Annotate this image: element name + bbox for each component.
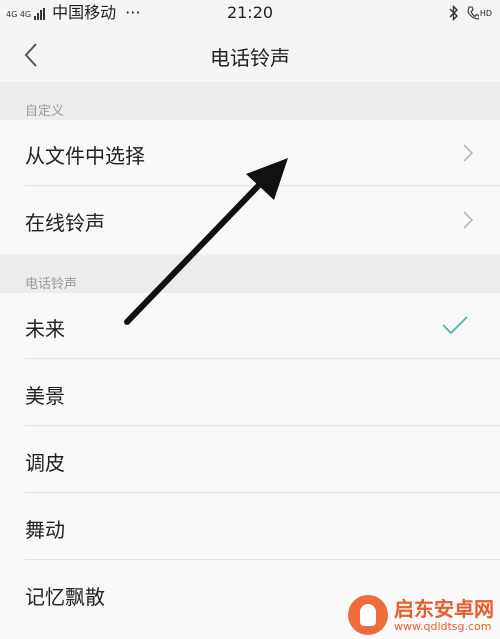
watermark-text: 启东安卓网 www.qdldtsg.com xyxy=(394,598,494,633)
bluetooth-icon xyxy=(449,5,458,21)
chevron-right-icon xyxy=(463,144,474,162)
watermark-url: www.qdldtsg.com xyxy=(394,619,492,633)
status-time: 21:20 xyxy=(226,3,274,22)
row-label: 调皮 xyxy=(25,451,65,475)
row-label: 记忆飘散 xyxy=(25,585,105,609)
nav-bar: 电话铃声 xyxy=(0,28,500,82)
row-divider xyxy=(25,425,500,426)
row-divider xyxy=(25,492,500,493)
section-header-label: 自定义 xyxy=(25,104,65,119)
row-label: 未来 xyxy=(25,317,65,341)
status-right: HD xyxy=(449,4,492,22)
row-label: 从文件中选择 xyxy=(25,144,145,168)
watermark-title: 启东安卓网 xyxy=(394,596,494,621)
row-divider xyxy=(25,185,500,186)
row-online-ringtones[interactable]: 在线铃声 xyxy=(0,187,500,253)
row-label: 舞动 xyxy=(25,518,65,542)
status-bar: 4G 4G 中国移动 ··· 21:20 HD xyxy=(0,0,500,28)
ringtone-item[interactable]: 美景 xyxy=(0,360,500,426)
row-choose-from-file[interactable]: 从文件中选择 xyxy=(0,120,500,186)
row-divider xyxy=(25,559,500,560)
watermark-logo-icon xyxy=(348,595,388,635)
page-title: 电话铃声 xyxy=(210,46,290,70)
phone-icon xyxy=(467,6,479,20)
section-header-ringtones: 电话铃声 xyxy=(0,255,500,293)
checkmark-icon xyxy=(442,316,468,335)
chevron-right-icon xyxy=(463,211,474,229)
ringtone-item[interactable]: 调皮 xyxy=(0,427,500,493)
row-divider xyxy=(25,358,500,359)
ringtone-item[interactable]: 舞动 xyxy=(0,494,500,560)
row-label: 在线铃声 xyxy=(25,211,105,235)
section-header-custom: 自定义 xyxy=(0,82,500,120)
watermark: 启东安卓网 www.qdldtsg.com xyxy=(348,595,494,635)
ringtone-item-selected[interactable]: 未来 xyxy=(0,293,500,359)
section-header-label: 电话铃声 xyxy=(25,277,78,292)
volte-hd-icon: HD xyxy=(467,6,492,20)
row-label: 美景 xyxy=(25,384,65,408)
hd-label: HD xyxy=(479,8,492,18)
